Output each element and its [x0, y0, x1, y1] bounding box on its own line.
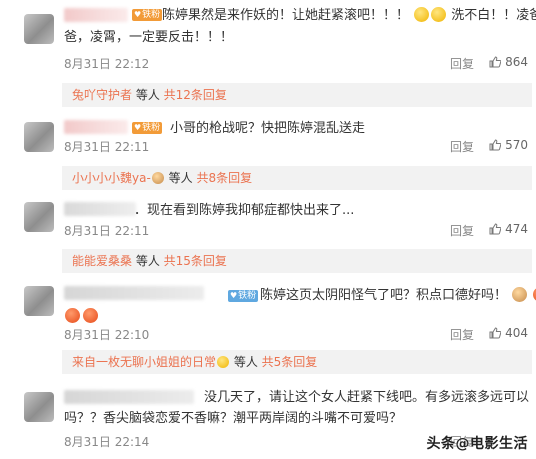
chevron-emoji-icon — [217, 356, 230, 368]
comment-3: ．现在看到陈婷我抑郁症都快出来了... 8月31日 22:11 回复 474 能… — [0, 198, 536, 278]
username[interactable] — [64, 8, 128, 22]
red-face-emoji-icon — [65, 308, 80, 323]
red-face-emoji-icon — [83, 308, 98, 323]
comment-text-line2: 爸，凌霄，一定要反击！！！ — [64, 30, 234, 45]
like-button[interactable]: 570 — [489, 138, 528, 152]
timestamp: 8月31日 22:11 — [64, 140, 150, 154]
fan-badge: 铁粉 — [228, 290, 259, 302]
like-button[interactable]: 404 — [489, 326, 528, 340]
like-count: 474 — [505, 222, 528, 236]
thumbs-up-icon — [489, 223, 502, 235]
like-count: 864 — [505, 55, 528, 69]
comment-text: 小哥的枪战呢？快把陈婷混乱送走 — [170, 121, 366, 136]
username[interactable] — [64, 120, 128, 134]
timestamp: 8月31日 22:12 — [64, 57, 150, 71]
like-count: 404 — [505, 326, 528, 340]
avatar[interactable] — [24, 14, 54, 44]
fan-badge: 铁粉 — [132, 122, 163, 134]
timestamp: 8月31日 22:14 — [64, 435, 150, 449]
avatar[interactable] — [24, 122, 54, 152]
avatar[interactable] — [24, 286, 54, 316]
sub-reply-count[interactable]: 共12条回复 — [164, 88, 227, 102]
sub-reply-user[interactable]: 来自一枚无聊小姐姐的日常 — [72, 355, 216, 369]
sub-reply-count[interactable]: 共5条回复 — [262, 355, 318, 369]
timestamp: 8月31日 22:11 — [64, 224, 150, 238]
comment-text: ．现在看到陈婷我抑郁症都快出来了... — [134, 203, 355, 218]
username[interactable] — [64, 202, 136, 216]
comment-text: 陈婷果然是来作妖的！让她赶紧滚吧！！！ 洗不白！！凌爸 — [162, 7, 536, 23]
sub-reply-summary[interactable]: 兔吖守护者 等人 共12条回复 — [62, 83, 532, 107]
comment-text: 陈婷这页太阴阳怪气了吧？积点口德好吗！ — [260, 285, 536, 306]
sub-reply-summary[interactable]: 小小小小魏ya- 等人 共8条回复 — [62, 166, 532, 190]
thumbs-up-icon — [489, 56, 502, 68]
comment-text: 没几天了，请让这个女人赶紧下线吧。有多远滚多远可以 — [204, 390, 530, 405]
sub-reply-user[interactable]: 小小小小魏ya- — [72, 171, 151, 185]
username[interactable] — [64, 286, 204, 300]
thumbs-up-icon — [489, 139, 502, 151]
comment-1: 铁粉 陈婷果然是来作妖的！让她赶紧滚吧！！！ 洗不白！！凌爸 爸，凌霄，一定要反… — [0, 0, 536, 112]
fan-badge: 铁粉 — [132, 9, 163, 21]
like-button[interactable]: 864 — [489, 55, 528, 69]
reply-button[interactable]: 回复 — [450, 222, 474, 239]
reply-button[interactable]: 回复 — [450, 326, 474, 343]
username[interactable] — [64, 390, 194, 404]
like-button[interactable]: 474 — [489, 222, 528, 236]
sub-reply-count[interactable]: 共8条回复 — [196, 171, 252, 185]
reply-button[interactable]: 回复 — [450, 55, 474, 72]
comment-text-line2: 吗？？香尖脑袋恋爱不香嘛？潮平两岸阔的斗嘴不可爱吗？ — [64, 411, 403, 426]
like-count: 570 — [505, 138, 528, 152]
face-emoji-icon — [512, 287, 528, 302]
avatar[interactable] — [24, 202, 54, 232]
sub-reply-summary[interactable]: 能能爱桑桑 等人 共15条回复 — [62, 249, 532, 273]
sub-reply-summary[interactable]: 来自一枚无聊小姐姐的日常 等人 共5条回复 — [62, 350, 532, 374]
watermark: 头条@电影生活 — [426, 436, 528, 452]
emoji-icon — [151, 172, 164, 184]
smile-emoji-icon — [431, 7, 447, 22]
comment-2: 铁粉 小哥的枪战呢？快把陈婷混乱送走 8月31日 22:11 回复 570 小小… — [0, 116, 536, 196]
timestamp: 8月31日 22:10 — [64, 328, 150, 342]
sub-reply-count[interactable]: 共15条回复 — [164, 254, 227, 268]
smile-emoji-icon — [414, 7, 430, 22]
reply-button[interactable]: 回复 — [450, 138, 474, 155]
thumbs-up-icon — [489, 327, 502, 339]
sub-reply-user[interactable]: 兔吖守护者 — [72, 88, 132, 102]
sub-reply-user[interactable]: 能能爱桑桑 — [72, 254, 132, 268]
comment-4: 铁粉 陈婷这页太阴阳怪气了吧？积点口德好吗！ 8月31日 22:10 回复 40… — [0, 280, 536, 374]
avatar[interactable] — [24, 392, 54, 422]
